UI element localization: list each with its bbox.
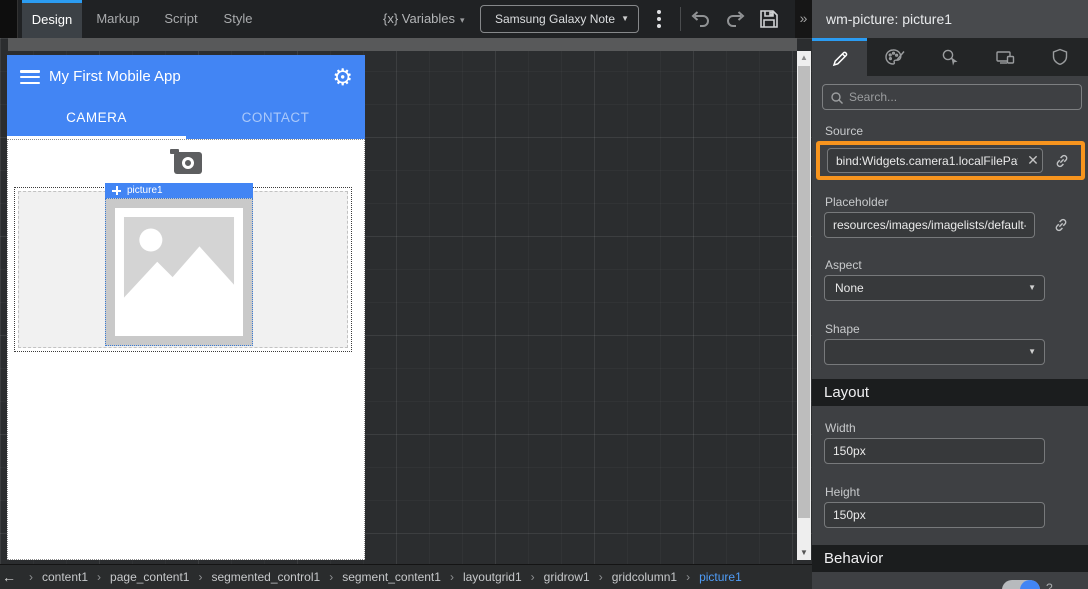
- tab-style[interactable]: Style: [214, 0, 262, 38]
- widget-breadcrumb: ← › content1 › page_content1 › segmented…: [0, 564, 812, 589]
- canvas-horizontal-scrollbar[interactable]: [8, 38, 797, 51]
- placeholder-label: Placeholder: [825, 195, 888, 209]
- redo-icon[interactable]: [724, 7, 750, 31]
- breadcrumb-item-gridcolumn1[interactable]: gridcolumn1: [612, 570, 677, 584]
- design-canvas[interactable]: My First Mobile App ⚙ CAMERA CONTACT pic…: [0, 38, 812, 564]
- segmented-control: CAMERA CONTACT: [7, 99, 365, 139]
- source-bind-highlight: ✕: [816, 141, 1085, 180]
- bind-link-icon[interactable]: [1053, 152, 1071, 170]
- tab-events[interactable]: [922, 38, 977, 76]
- source-input[interactable]: [827, 148, 1043, 173]
- source-label: Source: [825, 124, 863, 138]
- move-cross-icon: [112, 186, 121, 195]
- tab-markup[interactable]: Markup: [88, 0, 148, 38]
- breadcrumb-separator: ›: [599, 570, 603, 584]
- variables-menu[interactable]: {x} Variables ▾: [383, 0, 465, 38]
- breadcrumb-separator: ›: [97, 570, 101, 584]
- palette-brush-icon: [884, 47, 906, 67]
- tab-devices[interactable]: [978, 38, 1033, 76]
- breadcrumb-separator: ›: [329, 570, 333, 584]
- top-toolbar: Design Markup Script Style {x} Variables…: [0, 0, 812, 38]
- picture-widget-drag-handle[interactable]: picture1: [105, 183, 253, 198]
- height-input[interactable]: [824, 502, 1045, 528]
- devices-icon: [994, 47, 1017, 67]
- aspect-value: None: [835, 281, 864, 295]
- breadcrumb-item-segmented-control1[interactable]: segmented_control1: [211, 570, 320, 584]
- image-placeholder-icon: [115, 208, 243, 336]
- page-content-area[interactable]: picture1: [7, 139, 365, 560]
- breadcrumb-separator: ›: [198, 570, 202, 584]
- tab-properties[interactable]: [812, 38, 867, 76]
- selected-widget-title: wm-picture: picture1: [812, 0, 1088, 38]
- inspector-icon-tabs: [812, 38, 1088, 76]
- shape-select[interactable]: ▼: [824, 339, 1045, 365]
- panel-collapse-icon[interactable]: »: [795, 0, 812, 38]
- breadcrumb-item-page-content1[interactable]: page_content1: [110, 570, 189, 584]
- shape-label: Shape: [825, 322, 860, 336]
- breadcrumb-item-gridrow1[interactable]: gridrow1: [544, 570, 590, 584]
- scroll-down-arrow-icon[interactable]: ▼: [797, 546, 811, 560]
- dropdown-caret-icon: ▼: [1028, 276, 1036, 300]
- chevron-down-icon: ▾: [460, 15, 465, 25]
- segment-tab-contact[interactable]: CONTACT: [186, 99, 365, 139]
- scrollbar-thumb[interactable]: [798, 66, 810, 518]
- mobile-app-title: My First Mobile App: [49, 55, 181, 99]
- left-panel-collapsed-strip[interactable]: [0, 0, 18, 38]
- tab-design[interactable]: Design: [22, 0, 82, 38]
- layout-section-header: Layout: [812, 379, 1088, 406]
- mobile-page-preview[interactable]: My First Mobile App ⚙ CAMERA CONTACT pic…: [7, 55, 365, 560]
- dropdown-caret-icon: ▼: [1028, 340, 1036, 364]
- tab-styles[interactable]: [867, 38, 922, 76]
- breadcrumb-item-layoutgrid1[interactable]: layoutgrid1: [463, 570, 522, 584]
- help-question-icon[interactable]: ?: [1046, 581, 1053, 589]
- save-icon[interactable]: [757, 7, 783, 31]
- more-options-kebab-icon[interactable]: [653, 8, 665, 30]
- shield-icon: [1050, 47, 1070, 67]
- search-icon: [830, 91, 844, 105]
- mobile-app-header: My First Mobile App ⚙: [7, 55, 365, 99]
- segment-tab-camera[interactable]: CAMERA: [7, 99, 186, 139]
- pencil-icon: [830, 49, 850, 69]
- dropdown-caret-icon: ▼: [621, 6, 629, 32]
- tab-script[interactable]: Script: [154, 0, 208, 38]
- clear-binding-icon[interactable]: ✕: [1023, 148, 1043, 173]
- breadcrumb-item-content1[interactable]: content1: [42, 570, 88, 584]
- search-input[interactable]: [849, 85, 1077, 109]
- breadcrumb-item-picture1[interactable]: picture1: [699, 570, 742, 584]
- toolbar-divider: [680, 7, 681, 31]
- device-selector-dropdown[interactable]: Samsung Galaxy Note III ▼: [480, 5, 639, 33]
- aspect-label: Aspect: [825, 258, 862, 272]
- breadcrumb-separator: ›: [686, 570, 690, 584]
- properties-panel: wm-picture: picture1: [812, 0, 1088, 589]
- app-designer-window: Design Markup Script Style {x} Variables…: [0, 0, 1088, 589]
- camera-widget-icon[interactable]: [174, 152, 202, 174]
- hamburger-menu-icon[interactable]: [20, 70, 40, 84]
- property-search[interactable]: [822, 84, 1082, 110]
- width-input[interactable]: [824, 438, 1045, 464]
- magnifier-cursor-icon: [939, 47, 961, 67]
- inspector-body: Source ✕ Placeholder Aspect None: [812, 76, 1088, 589]
- variables-label: {x} Variables: [383, 11, 455, 26]
- width-label: Width: [825, 421, 856, 435]
- behavior-section-header: Behavior: [812, 545, 1088, 572]
- breadcrumb-separator: ›: [29, 570, 33, 584]
- breadcrumb-item-segment-content1[interactable]: segment_content1: [342, 570, 441, 584]
- placeholder-input[interactable]: [824, 212, 1035, 238]
- behavior-toggle[interactable]: [1002, 580, 1040, 589]
- settings-gear-icon[interactable]: ⚙: [332, 64, 353, 90]
- picture-widget[interactable]: [105, 198, 253, 346]
- picture-widget-tag-label: picture1: [127, 185, 163, 196]
- canvas-vertical-scrollbar[interactable]: ▲ ▼: [797, 51, 811, 560]
- scroll-up-arrow-icon[interactable]: ▲: [797, 51, 811, 65]
- bind-link-icon[interactable]: [1052, 216, 1070, 234]
- tab-security[interactable]: [1033, 38, 1088, 76]
- breadcrumb-separator: ›: [531, 570, 535, 584]
- undo-icon[interactable]: [688, 7, 714, 31]
- breadcrumb-back-arrow-icon[interactable]: ←: [2, 569, 16, 585]
- aspect-select[interactable]: None ▼: [824, 275, 1045, 301]
- height-label: Height: [825, 485, 860, 499]
- breadcrumb-separator: ›: [450, 570, 454, 584]
